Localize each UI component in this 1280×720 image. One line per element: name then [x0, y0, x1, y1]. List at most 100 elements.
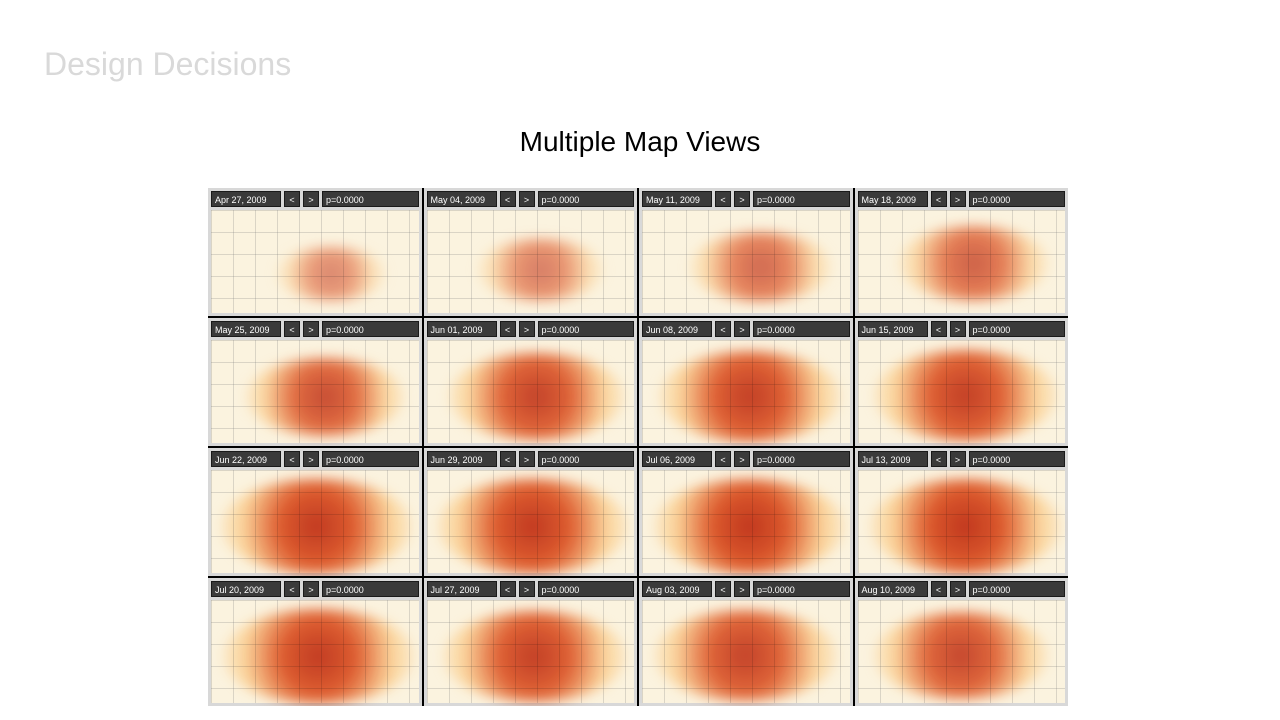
state-gridlines	[211, 210, 419, 313]
map-date-label: Jul 27, 2009	[427, 581, 497, 597]
next-button[interactable]: >	[519, 321, 535, 337]
map-date-label: May 25, 2009	[211, 321, 281, 337]
us-map	[211, 210, 419, 313]
p-value-label: p=0.0000	[753, 321, 850, 337]
map-date-label: Jun 01, 2009	[427, 321, 497, 337]
us-map	[858, 600, 1066, 703]
state-gridlines	[858, 210, 1066, 313]
next-button[interactable]: >	[303, 321, 319, 337]
next-button[interactable]: >	[950, 321, 966, 337]
us-map	[211, 600, 419, 703]
map-cell-header: May 18, 2009<>p=0.0000	[858, 191, 1066, 207]
prev-button[interactable]: <	[931, 191, 947, 207]
map-cell: Jul 06, 2009<>p=0.0000	[639, 448, 853, 576]
state-gridlines	[427, 210, 635, 313]
prev-button[interactable]: <	[500, 581, 516, 597]
map-date-label: May 04, 2009	[427, 191, 497, 207]
map-cell-header: Apr 27, 2009<>p=0.0000	[211, 191, 419, 207]
next-button[interactable]: >	[734, 581, 750, 597]
us-map	[427, 340, 635, 443]
map-cell: Aug 03, 2009<>p=0.0000	[639, 578, 853, 706]
state-gridlines	[211, 470, 419, 573]
prev-button[interactable]: <	[284, 581, 300, 597]
us-map	[858, 340, 1066, 443]
map-cell-header: Aug 03, 2009<>p=0.0000	[642, 581, 850, 597]
p-value-label: p=0.0000	[969, 191, 1066, 207]
map-cell-header: Jun 22, 2009<>p=0.0000	[211, 451, 419, 467]
map-cell: Apr 27, 2009<>p=0.0000	[208, 188, 422, 316]
prev-button[interactable]: <	[931, 451, 947, 467]
map-cell: May 04, 2009<>p=0.0000	[424, 188, 638, 316]
map-cell-header: Jun 15, 2009<>p=0.0000	[858, 321, 1066, 337]
prev-button[interactable]: <	[931, 581, 947, 597]
state-gridlines	[858, 470, 1066, 573]
state-gridlines	[427, 470, 635, 573]
map-date-label: May 18, 2009	[858, 191, 928, 207]
map-cell-header: May 11, 2009<>p=0.0000	[642, 191, 850, 207]
state-gridlines	[642, 210, 850, 313]
prev-button[interactable]: <	[500, 191, 516, 207]
map-cell: Jun 01, 2009<>p=0.0000	[424, 318, 638, 446]
prev-button[interactable]: <	[715, 581, 731, 597]
map-cell: Jun 29, 2009<>p=0.0000	[424, 448, 638, 576]
next-button[interactable]: >	[950, 581, 966, 597]
map-cell: Aug 10, 2009<>p=0.0000	[855, 578, 1069, 706]
us-map	[211, 470, 419, 573]
prev-button[interactable]: <	[284, 191, 300, 207]
prev-button[interactable]: <	[931, 321, 947, 337]
state-gridlines	[427, 600, 635, 703]
map-grid: Apr 27, 2009<>p=0.0000May 04, 2009<>p=0.…	[208, 188, 1068, 706]
map-cell-header: Jul 27, 2009<>p=0.0000	[427, 581, 635, 597]
map-cell-header: Aug 10, 2009<>p=0.0000	[858, 581, 1066, 597]
us-map	[858, 210, 1066, 313]
us-map	[642, 340, 850, 443]
map-date-label: Jun 22, 2009	[211, 451, 281, 467]
next-button[interactable]: >	[519, 451, 535, 467]
prev-button[interactable]: <	[500, 451, 516, 467]
us-map	[427, 600, 635, 703]
map-cell-header: May 25, 2009<>p=0.0000	[211, 321, 419, 337]
p-value-label: p=0.0000	[969, 321, 1066, 337]
section-heading: Design Decisions	[44, 46, 291, 83]
next-button[interactable]: >	[734, 451, 750, 467]
next-button[interactable]: >	[303, 581, 319, 597]
map-date-label: Jun 29, 2009	[427, 451, 497, 467]
prev-button[interactable]: <	[500, 321, 516, 337]
state-gridlines	[858, 600, 1066, 703]
map-date-label: Aug 03, 2009	[642, 581, 712, 597]
slide: Design Decisions Multiple Map Views Apr …	[0, 0, 1280, 720]
next-button[interactable]: >	[519, 581, 535, 597]
next-button[interactable]: >	[734, 321, 750, 337]
prev-button[interactable]: <	[715, 191, 731, 207]
prev-button[interactable]: <	[715, 321, 731, 337]
p-value-label: p=0.0000	[753, 191, 850, 207]
map-date-label: May 11, 2009	[642, 191, 712, 207]
map-cell-header: Jun 01, 2009<>p=0.0000	[427, 321, 635, 337]
p-value-label: p=0.0000	[322, 191, 419, 207]
map-date-label: Jul 13, 2009	[858, 451, 928, 467]
next-button[interactable]: >	[303, 191, 319, 207]
map-cell: Jun 22, 2009<>p=0.0000	[208, 448, 422, 576]
prev-button[interactable]: <	[715, 451, 731, 467]
next-button[interactable]: >	[950, 451, 966, 467]
us-map	[642, 470, 850, 573]
us-map	[211, 340, 419, 443]
next-button[interactable]: >	[950, 191, 966, 207]
state-gridlines	[427, 340, 635, 443]
p-value-label: p=0.0000	[969, 581, 1066, 597]
map-date-label: Aug 10, 2009	[858, 581, 928, 597]
map-date-label: Jun 08, 2009	[642, 321, 712, 337]
p-value-label: p=0.0000	[753, 451, 850, 467]
map-cell: Jul 27, 2009<>p=0.0000	[424, 578, 638, 706]
p-value-label: p=0.0000	[322, 581, 419, 597]
prev-button[interactable]: <	[284, 321, 300, 337]
state-gridlines	[642, 340, 850, 443]
prev-button[interactable]: <	[284, 451, 300, 467]
p-value-label: p=0.0000	[969, 451, 1066, 467]
next-button[interactable]: >	[734, 191, 750, 207]
next-button[interactable]: >	[519, 191, 535, 207]
state-gridlines	[858, 340, 1066, 443]
map-cell: Jun 15, 2009<>p=0.0000	[855, 318, 1069, 446]
map-cell: May 11, 2009<>p=0.0000	[639, 188, 853, 316]
next-button[interactable]: >	[303, 451, 319, 467]
